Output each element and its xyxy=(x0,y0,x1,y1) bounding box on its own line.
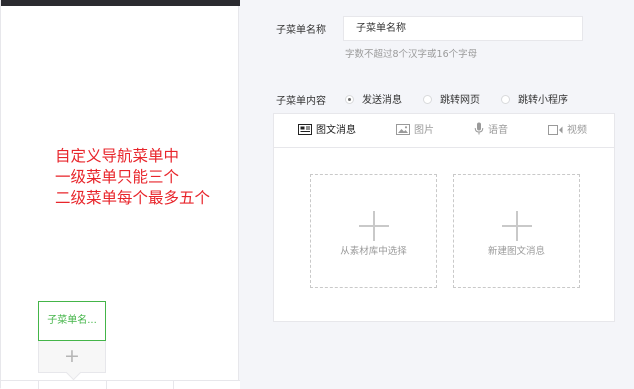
annotation-line-3: 二级菜单每个最多五个 xyxy=(55,189,211,207)
submenu-item-selected[interactable]: 子菜单名... xyxy=(38,301,106,341)
annotation-note: 自定义导航菜单中 一级菜单只能三个 二级菜单每个最多五个 xyxy=(55,146,240,209)
message-type-tabs: 图文消息 图片 语音 视频 xyxy=(274,114,614,148)
radio-label: 跳转小程序 xyxy=(518,95,568,106)
create-news-card[interactable]: 新建图文消息 xyxy=(453,174,580,288)
radio-label: 跳转网页 xyxy=(440,95,480,106)
submenu-editor: 子菜单名称 子菜单名称 字数不超过8个汉字或16个字母 子菜单内容 发送消息 跳… xyxy=(259,0,634,388)
submenu-name-label: 子菜单名称 xyxy=(276,25,326,36)
video-icon xyxy=(548,125,563,135)
tab-label: 视频 xyxy=(567,125,587,136)
message-content-box: 图文消息 图片 语音 视频 从素材库中选择 新建图文消息 xyxy=(273,113,615,322)
microphone-icon xyxy=(474,122,484,135)
tab-label: 图片 xyxy=(414,125,434,136)
select-from-library-card[interactable]: 从素材库中选择 xyxy=(310,174,437,288)
radio-label: 发送消息 xyxy=(362,95,402,106)
radio-indicator xyxy=(501,95,510,104)
plus-icon: + xyxy=(64,345,80,367)
radio-indicator xyxy=(423,95,432,104)
radio-open-webpage[interactable]: 跳转网页 xyxy=(423,91,480,106)
annotation-line-1: 自定义导航菜单中 xyxy=(55,147,180,165)
tab-image[interactable]: 图片 xyxy=(396,114,434,147)
image-icon xyxy=(396,124,410,135)
tab-news[interactable]: 图文消息 xyxy=(298,114,356,147)
plus-icon xyxy=(359,211,389,241)
radio-selected-indicator xyxy=(345,95,354,104)
card-label: 新建图文消息 xyxy=(487,246,545,257)
preview-top-bar xyxy=(1,0,240,6)
submenu-popup: 子菜单名... + xyxy=(38,301,106,373)
tab-video[interactable]: 视频 xyxy=(548,114,587,147)
menu-preview-panel: 自定义导航菜单中 一级菜单只能三个 二级菜单每个最多五个 子菜单名... + xyxy=(0,0,240,389)
add-submenu-button[interactable]: + xyxy=(38,341,106,373)
plus-icon xyxy=(502,211,532,241)
radio-send-message[interactable]: 发送消息 xyxy=(345,91,402,106)
news-icon xyxy=(298,124,312,135)
submenu-name-hint: 字数不超过8个汉字或16个字母 xyxy=(345,49,478,60)
submenu-name-input[interactable]: 子菜单名称 xyxy=(343,16,583,41)
tab-label: 语音 xyxy=(488,125,508,136)
annotation-line-2: 一级菜单只能三个 xyxy=(55,168,180,186)
submenu-content-label: 子菜单内容 xyxy=(276,96,326,107)
card-label: 从素材库中选择 xyxy=(340,246,407,257)
tab-label: 图文消息 xyxy=(316,125,356,136)
radio-open-miniprogram[interactable]: 跳转小程序 xyxy=(501,91,568,106)
tab-voice[interactable]: 语音 xyxy=(474,114,508,147)
